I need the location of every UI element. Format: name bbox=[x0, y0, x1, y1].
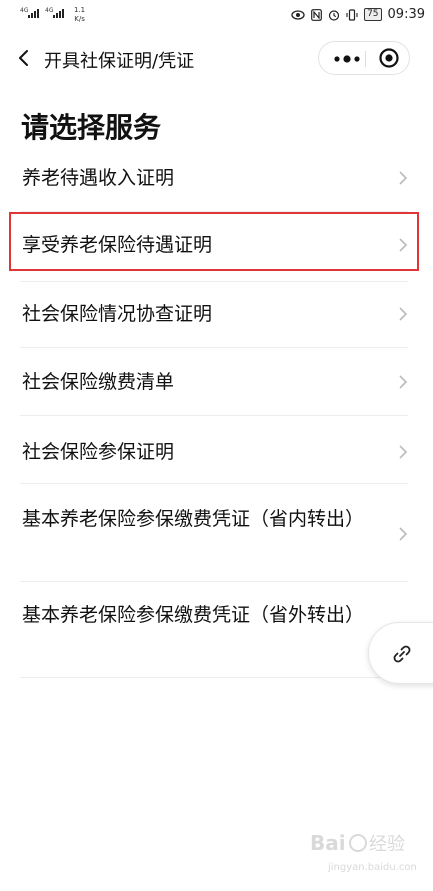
signal-2-icon bbox=[53, 9, 64, 18]
back-chevron-icon[interactable] bbox=[14, 48, 34, 68]
service-item-label: 基本养老保险参保缴费凭证（省内转出） bbox=[22, 508, 365, 530]
service-item-payment-voucher-out-province[interactable]: 基本养老保险参保缴费凭证（省外转出） bbox=[20, 582, 408, 678]
navigation-bar: 开具社保证明/凭证 bbox=[0, 37, 433, 79]
service-item-enrollment-proof[interactable]: 社会保险参保证明 bbox=[20, 416, 408, 484]
mini-program-capsule bbox=[318, 41, 410, 75]
signal-1-icon bbox=[28, 9, 39, 18]
baidu-jingyan-watermark: Bai 经验 jingyan.baidu.com bbox=[310, 831, 416, 873]
service-item-label: 养老待遇收入证明 bbox=[22, 167, 175, 189]
status-icons: 75 09:39 bbox=[291, 7, 425, 22]
service-item-payment-statement[interactable]: 社会保险缴费清单 bbox=[20, 348, 408, 416]
capsule-divider bbox=[365, 51, 366, 67]
service-item-label: 社会保险情况协查证明 bbox=[22, 303, 213, 325]
status-bar: 4G 4G 1.1 K/s 75 09:39 bbox=[0, 0, 433, 32]
network-speed: 1.1 K/s bbox=[74, 6, 86, 23]
chevron-right-icon bbox=[399, 307, 408, 321]
floating-link-button[interactable] bbox=[368, 622, 433, 684]
highlight-box bbox=[9, 212, 419, 271]
svg-text:Bai: Bai bbox=[310, 831, 346, 855]
eye-icon bbox=[291, 9, 305, 20]
chevron-right-icon bbox=[399, 375, 408, 389]
chevron-right-icon bbox=[399, 171, 408, 185]
service-item-label: 基本养老保险参保缴费凭证（省外转出） bbox=[22, 604, 365, 626]
alarm-icon bbox=[328, 9, 340, 21]
chevron-right-icon bbox=[399, 527, 408, 541]
more-dots-icon[interactable] bbox=[333, 54, 361, 64]
nfc-icon bbox=[311, 8, 322, 21]
service-item-insurance-inquiry-proof[interactable]: 社会保险情况协查证明 bbox=[20, 282, 408, 348]
service-item-label: 社会保险参保证明 bbox=[22, 441, 175, 463]
close-target-icon[interactable] bbox=[379, 48, 399, 68]
service-item-payment-voucher-in-province[interactable]: 基本养老保险参保缴费凭证（省内转出） bbox=[20, 484, 408, 582]
link-icon bbox=[393, 645, 411, 663]
battery-icon: 75 bbox=[364, 8, 382, 21]
service-item-label: 社会保险缴费清单 bbox=[22, 371, 175, 393]
vibrate-icon bbox=[346, 8, 358, 21]
nav-title: 开具社保证明/凭证 bbox=[44, 51, 195, 72]
clock: 09:39 bbox=[387, 7, 425, 22]
svg-text:经验: 经验 bbox=[369, 834, 405, 855]
service-item-pension-income-proof[interactable]: 养老待遇收入证明 bbox=[20, 146, 408, 212]
chevron-right-icon bbox=[399, 445, 408, 459]
svg-text:jingyan.baidu.com: jingyan.baidu.com bbox=[327, 862, 416, 873]
page-heading: 请选择服务 bbox=[21, 111, 162, 144]
